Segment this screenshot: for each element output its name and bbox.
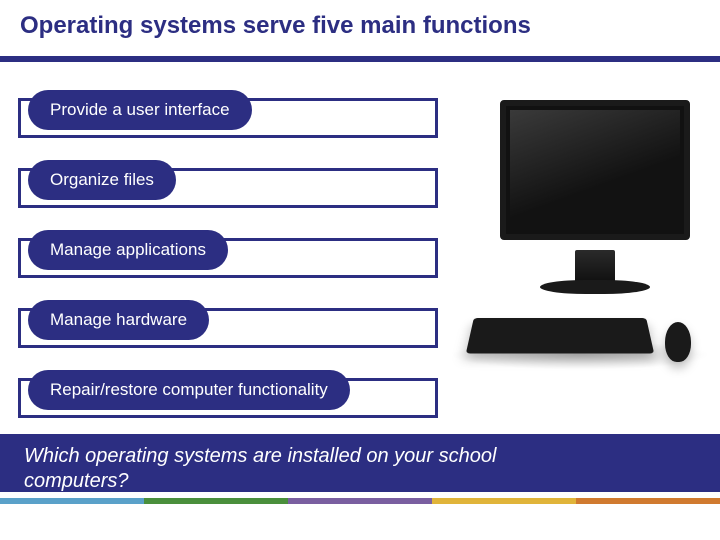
list-item: Manage hardware — [18, 300, 438, 352]
item-label: Manage applications — [50, 240, 206, 260]
page-title: Operating systems serve five main functi… — [0, 0, 720, 50]
item-label: Provide a user interface — [50, 100, 230, 120]
list-item: Repair/restore computer functionality — [18, 370, 438, 422]
computer-illustration — [440, 100, 700, 400]
item-label: Organize files — [50, 170, 154, 190]
monitor-stand — [575, 250, 615, 284]
strip-segment — [144, 498, 288, 504]
question-text: Which operating systems are installed on… — [24, 444, 584, 494]
strip-segment — [288, 498, 432, 504]
item-pill: Provide a user interface — [28, 90, 252, 130]
monitor-icon — [500, 100, 690, 240]
item-pill: Organize files — [28, 160, 176, 200]
strip-segment — [432, 498, 576, 504]
monitor-screen — [510, 110, 680, 230]
strip-segment — [576, 498, 720, 504]
function-list: Provide a user interface Organize files … — [18, 90, 438, 440]
list-item: Organize files — [18, 160, 438, 212]
footer-color-strip — [0, 498, 720, 504]
item-pill: Manage hardware — [28, 300, 209, 340]
item-label: Manage hardware — [50, 310, 187, 330]
keyboard-icon — [466, 318, 654, 353]
monitor-base — [540, 280, 650, 294]
list-item: Provide a user interface — [18, 90, 438, 142]
mouse-icon — [665, 322, 691, 362]
item-pill: Manage applications — [28, 230, 228, 270]
title-divider — [0, 56, 720, 62]
item-label: Repair/restore computer functionality — [50, 380, 328, 400]
list-item: Manage applications — [18, 230, 438, 282]
strip-segment — [0, 498, 144, 504]
item-pill: Repair/restore computer functionality — [28, 370, 350, 410]
slide: Operating systems serve five main functi… — [0, 0, 720, 540]
